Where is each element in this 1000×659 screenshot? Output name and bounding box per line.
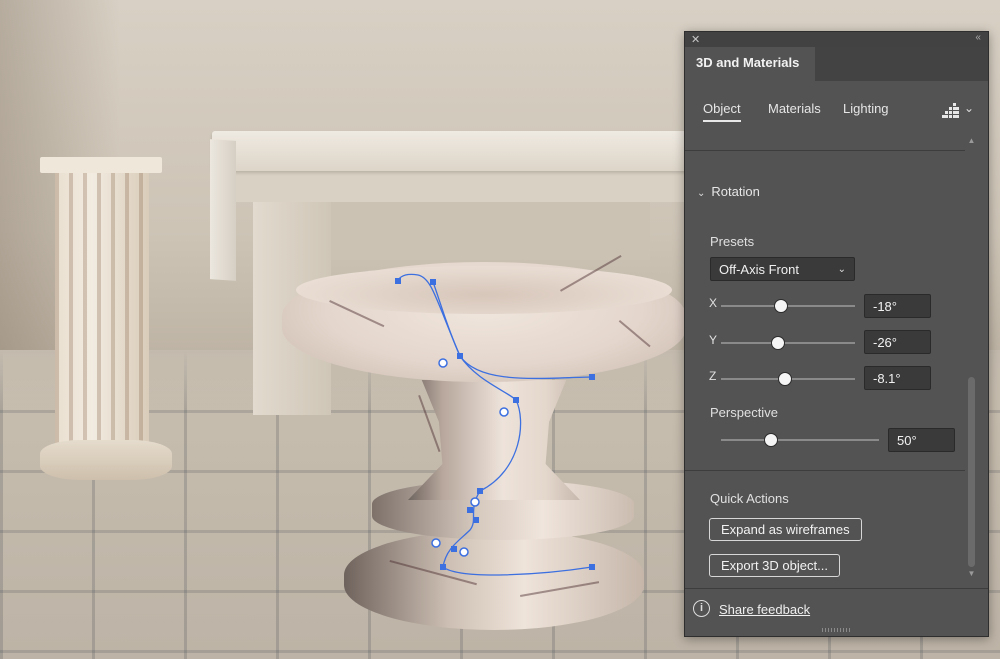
curve-handles[interactable] — [431, 358, 509, 557]
3d-materials-panel: ✕ ‹‹ 3D and Materials Object Materials L… — [684, 31, 989, 637]
render-settings-icon[interactable] — [942, 103, 959, 120]
panel-resize-grip[interactable] — [822, 628, 852, 632]
anchor-point[interactable] — [430, 279, 436, 285]
y-rotation-slider-knob[interactable] — [771, 336, 785, 350]
subtab-object[interactable]: Object — [703, 101, 741, 122]
perspective-slider-track[interactable] — [721, 439, 879, 441]
presets-dropdown[interactable]: Off-Axis Front ⌄ — [710, 257, 855, 281]
z-rotation-field[interactable]: -8.1° — [864, 366, 931, 390]
collapse-icon[interactable]: ‹‹ — [975, 32, 981, 43]
anchor-point[interactable] — [513, 397, 519, 403]
presets-label: Presets — [710, 234, 755, 249]
curve-handle[interactable] — [470, 497, 480, 507]
panel-subtabs: Object Materials Lighting ⌄ — [685, 81, 988, 129]
x-rotation-slider-track[interactable] — [721, 305, 855, 307]
expand-wireframes-button[interactable]: Expand as wireframes — [709, 518, 862, 541]
x-rotation-field[interactable]: -18° — [864, 294, 931, 318]
anchor-point[interactable] — [457, 353, 463, 359]
anchor-point[interactable] — [440, 564, 446, 570]
chevron-down-icon: ⌄ — [697, 188, 706, 199]
path-segment — [397, 273, 593, 380]
perspective-slider-knob[interactable] — [764, 433, 778, 447]
curve-handle[interactable] — [459, 547, 469, 557]
export-3d-object-button[interactable]: Export 3D object... — [709, 554, 840, 577]
chevron-down-icon[interactable]: ⌄ — [964, 101, 974, 115]
perspective-field[interactable]: 50° — [888, 428, 955, 452]
curve-handle[interactable] — [499, 407, 509, 417]
z-axis-label: Z — [709, 369, 717, 383]
chevron-down-icon: ⌄ — [837, 264, 846, 275]
rotation-section-header[interactable]: ⌄ Rotation — [697, 184, 760, 199]
y-axis-label: Y — [709, 333, 718, 347]
tab-3d-and-materials[interactable]: 3D and Materials — [685, 47, 815, 81]
path-segment — [432, 281, 593, 576]
anchor-points[interactable] — [395, 278, 595, 570]
panel-tabstrip: 3D and Materials — [685, 47, 988, 81]
panel-title-bar[interactable]: ✕ ‹‹ — [685, 32, 988, 47]
scrollbar-thumb[interactable] — [968, 377, 975, 567]
y-rotation-field[interactable]: -26° — [864, 330, 931, 354]
anchor-point[interactable] — [395, 278, 401, 284]
perspective-label: Perspective — [710, 405, 778, 420]
divider — [685, 150, 965, 151]
anchor-point[interactable] — [467, 507, 473, 513]
close-icon[interactable]: ✕ — [691, 33, 700, 46]
divider — [685, 588, 988, 589]
x-rotation-slider-knob[interactable] — [774, 299, 788, 313]
anchor-point[interactable] — [589, 564, 595, 570]
curve-handle[interactable] — [438, 358, 448, 368]
y-rotation-slider-track[interactable] — [721, 342, 855, 344]
scroll-down-arrow[interactable]: ▼ — [966, 569, 977, 578]
anchor-point[interactable] — [473, 517, 479, 523]
presets-selected-value: Off-Axis Front — [719, 262, 799, 277]
curve-handle[interactable] — [431, 538, 441, 548]
share-feedback-link[interactable]: Share feedback — [719, 602, 810, 617]
anchor-point[interactable] — [477, 488, 483, 494]
z-rotation-slider-knob[interactable] — [778, 372, 792, 386]
anchor-point[interactable] — [589, 374, 595, 380]
scroll-up-arrow[interactable]: ▲ — [966, 136, 977, 145]
rotation-label: Rotation — [711, 184, 760, 199]
x-axis-label: X — [709, 296, 718, 310]
quick-actions-label: Quick Actions — [710, 491, 789, 506]
info-icon: i — [693, 600, 710, 617]
subtab-materials[interactable]: Materials — [768, 101, 821, 116]
divider — [685, 470, 965, 471]
subtab-lighting[interactable]: Lighting — [843, 101, 889, 116]
anchor-point[interactable] — [451, 546, 457, 552]
